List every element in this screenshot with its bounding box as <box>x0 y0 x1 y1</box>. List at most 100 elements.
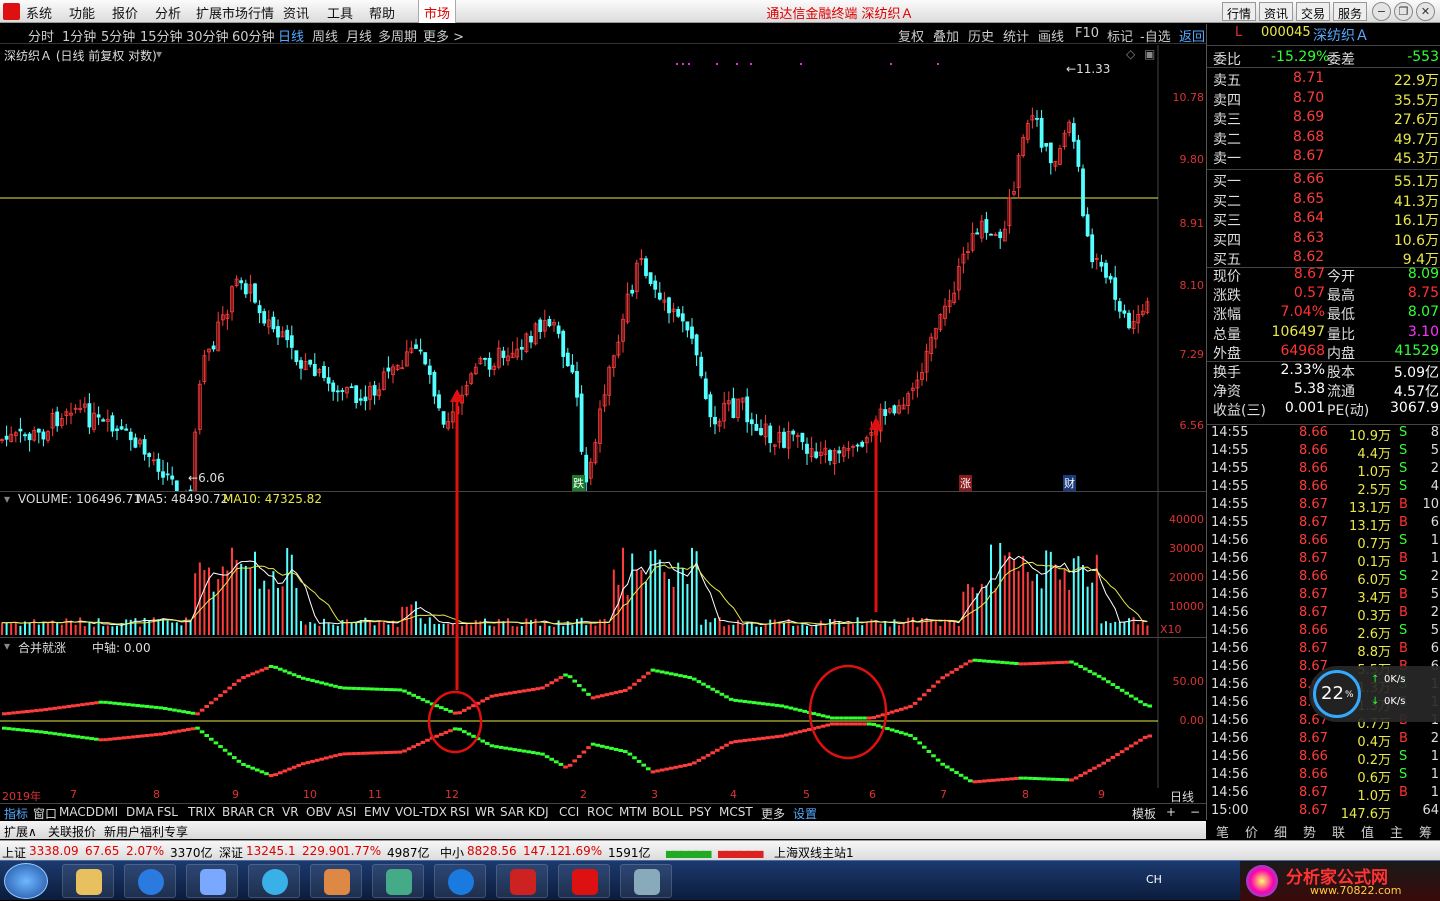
taskbar-app-bank[interactable] <box>496 864 548 898</box>
right-tab[interactable]: 笔 <box>1216 822 1229 841</box>
ask-row[interactable]: 卖五 8.71 22.9万 <box>1207 70 1440 89</box>
signal-bars-icon: ▄▄▄▄▄▄ <box>718 844 763 858</box>
input-lang[interactable]: CH <box>1146 873 1162 886</box>
net-speed-widget[interactable]: 22 % ↑ 0K/s ↓ 0K/s <box>1309 666 1440 722</box>
tick-row[interactable]: 14:56 8.67 8.8万 B 6 <box>1207 641 1440 660</box>
tick-list[interactable]: 14:55 8.66 10.9万 S 8 14:55 8.66 4.4万 S 5 14:55 8.66… <box>1207 424 1440 822</box>
index-name[interactable]: 中小 <box>440 844 464 861</box>
indicator-tab[interactable]: RSI <box>450 805 470 819</box>
ask-row[interactable]: 卖二 8.68 49.7万 <box>1207 129 1440 148</box>
bid-row[interactable]: 买四 8.63 10.6万 <box>1207 230 1440 249</box>
indicator-tab[interactable]: WR <box>475 805 495 819</box>
indicator-tab[interactable]: 设置 <box>793 805 817 822</box>
tick-row[interactable]: 14:56 8.67 1.0万 B 1 <box>1207 785 1440 804</box>
right-tab[interactable]: 主 <box>1390 822 1403 841</box>
tick-row[interactable]: 14:56 8.66 0.6万 S 1 <box>1207 767 1440 786</box>
speed-percent: 22 <box>1321 683 1344 704</box>
tick-row[interactable]: 14:56 8.67 3.4万 B 5 <box>1207 587 1440 606</box>
taskbar-app-ie[interactable] <box>248 864 300 898</box>
x-tick: 12 <box>445 788 459 801</box>
tick-row[interactable]: 14:56 8.66 0.7万 S 1 <box>1207 533 1440 552</box>
restore-icon[interactable]: ❐ <box>1394 2 1413 21</box>
tick-row[interactable]: 14:56 8.67 0.1万 B 1 <box>1207 551 1440 570</box>
indicator-tabs: 指标 窗口 MACD DMI DMA FSL TRIX BRAR CR VR OBV ASI EMV VO… <box>0 803 1206 821</box>
taskbar-app-mail[interactable] <box>186 864 238 898</box>
server-station[interactable]: 上海双线主站1 <box>774 844 854 861</box>
tick-row[interactable]: 14:56 8.66 0.2万 S 1 <box>1207 749 1440 768</box>
tick-row[interactable]: 14:55 8.66 4.4万 S 5 <box>1207 443 1440 462</box>
taskbar-app-paint[interactable] <box>310 864 362 898</box>
taskbar-app-s[interactable] <box>124 864 176 898</box>
bid-row[interactable]: 买二 8.65 41.3万 <box>1207 191 1440 210</box>
tick-row[interactable]: 14:55 8.66 2.5万 S 4 <box>1207 479 1440 498</box>
indicator-tab[interactable]: 指标 <box>4 805 28 822</box>
right-tab[interactable]: 势 <box>1303 822 1316 841</box>
indicator-tab[interactable]: VOL-TDX <box>395 805 447 819</box>
taskbar-explorer[interactable] <box>62 864 114 898</box>
tick-row[interactable]: 15:00 8.67 147.6万 64 <box>1207 803 1440 822</box>
indicator-tab[interactable]: CR <box>258 805 275 819</box>
ext-toggle[interactable]: 扩展∧ <box>4 823 37 840</box>
indicator-tab[interactable]: ROC <box>587 805 613 819</box>
indicator-tab[interactable]: DMA <box>126 805 154 819</box>
add-window-button[interactable]: + <box>1166 805 1176 819</box>
related-quote[interactable]: 关联报价 <box>48 823 96 840</box>
minimize-icon[interactable]: − <box>1372 2 1391 21</box>
indicator-tab[interactable]: EMV <box>364 805 390 819</box>
btn-service[interactable]: 服务 <box>1333 2 1368 21</box>
taskbar-app-k[interactable] <box>434 864 486 898</box>
tick-row[interactable]: 14:55 8.66 1.0万 S 2 <box>1207 461 1440 480</box>
ask-row[interactable]: 卖三 8.69 27.6万 <box>1207 109 1440 128</box>
btn-market[interactable]: 行情 <box>1222 2 1257 21</box>
indicator-tab[interactable]: DMI <box>95 805 118 819</box>
indicator-tab[interactable]: TRIX <box>188 805 215 819</box>
indicator-tab[interactable]: VR <box>282 805 299 819</box>
tick-row[interactable]: 14:56 8.67 0.3万 B 2 <box>1207 605 1440 624</box>
indicator-tab[interactable]: CCI <box>559 805 579 819</box>
tick-row[interactable]: 14:55 8.67 13.1万 B 6 <box>1207 515 1440 534</box>
ask-row[interactable]: 卖四 8.70 35.5万 <box>1207 90 1440 109</box>
ask-row[interactable]: 卖一 8.67 45.3万 <box>1207 148 1440 167</box>
start-button[interactable] <box>4 863 48 899</box>
taskbar-app-chart[interactable] <box>372 864 424 898</box>
index-name[interactable]: 深证 <box>219 844 243 861</box>
indicator-tab[interactable]: 窗口 <box>33 805 57 822</box>
indicator-tab[interactable]: BRAR <box>222 805 255 819</box>
indicator-tab[interactable]: PSY <box>689 805 711 819</box>
tick-row[interactable]: 14:55 8.66 10.9万 S 8 <box>1207 425 1440 444</box>
remove-window-button[interactable]: − <box>1190 805 1200 819</box>
right-tab[interactable]: 细 <box>1274 822 1287 841</box>
indicator-tab[interactable]: OBV <box>306 805 332 819</box>
indicator-tab[interactable]: BOLL <box>652 805 683 819</box>
close-icon[interactable]: ✕ <box>1416 2 1435 21</box>
right-tab[interactable]: 联 <box>1332 822 1345 841</box>
tick-row[interactable]: 14:56 8.67 0.4万 B 2 <box>1207 731 1440 750</box>
tick-row[interactable]: 14:55 8.67 13.1万 B 10 <box>1207 497 1440 516</box>
bid-row[interactable]: 买三 8.64 16.1万 <box>1207 210 1440 229</box>
index-name[interactable]: 上证 <box>2 844 26 861</box>
indicator-tab[interactable]: MACD <box>59 805 95 819</box>
indicator-tab[interactable]: ASI <box>337 805 356 819</box>
code-prefix: L <box>1235 25 1243 40</box>
btn-trade[interactable]: 交易 <box>1296 2 1331 21</box>
tick-row[interactable]: 14:56 8.66 2.6万 S 5 <box>1207 623 1440 642</box>
taskbar-app-tdx[interactable] <box>558 864 610 898</box>
index-percent: 1.77% <box>343 844 382 858</box>
indicator-tab[interactable]: 更多 <box>761 805 785 822</box>
btn-news[interactable]: 资讯 <box>1259 2 1294 21</box>
indicator-tab[interactable]: FSL <box>157 805 178 819</box>
right-tab[interactable]: 价 <box>1245 822 1258 841</box>
indicator-tab[interactable]: MTM <box>619 805 647 819</box>
right-tab[interactable]: 筹 <box>1419 822 1432 841</box>
tick-row[interactable]: 14:56 8.66 6.0万 S 2 <box>1207 569 1440 588</box>
new-user-benefit[interactable]: 新用户福利专享 <box>104 823 188 840</box>
indicator-tab[interactable]: SAR <box>500 805 524 819</box>
indicator-tab[interactable]: MCST <box>719 805 753 819</box>
x-axis: 2019年 7 8 9 10 11 12 2 3 4 5 6 7 8 9 日线 <box>0 788 1206 804</box>
taskbar-app-paint2[interactable] <box>620 864 672 898</box>
x-tick: 8 <box>1022 788 1029 801</box>
right-tab[interactable]: 值 <box>1361 822 1374 841</box>
indicator-tab[interactable]: KDJ <box>528 805 549 819</box>
template-button[interactable]: 模板 <box>1132 805 1156 822</box>
bid-row[interactable]: 买一 8.66 55.1万 <box>1207 171 1440 190</box>
